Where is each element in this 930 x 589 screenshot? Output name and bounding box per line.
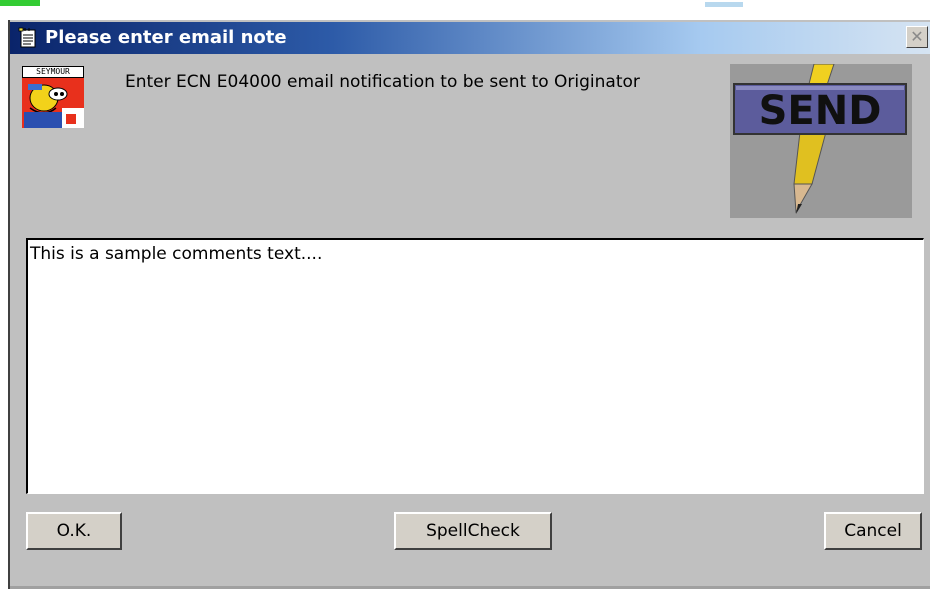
avatar-label: SEYMOUR bbox=[22, 66, 84, 78]
spellcheck-button[interactable]: SpellCheck bbox=[394, 512, 552, 550]
close-button[interactable]: ✕ bbox=[906, 26, 928, 48]
title-bar[interactable]: Please enter email note ✕ bbox=[10, 22, 930, 54]
background-highlight bbox=[0, 0, 40, 6]
comments-textarea[interactable]: This is a sample comments text.... bbox=[26, 238, 924, 494]
cartoon-character-icon bbox=[22, 78, 84, 128]
ok-button[interactable]: O.K. bbox=[26, 512, 122, 550]
notepad-icon bbox=[18, 27, 36, 48]
send-label: SEND bbox=[758, 88, 882, 134]
window-title: Please enter email note bbox=[45, 27, 287, 48]
avatar: SEYMOUR bbox=[22, 66, 84, 128]
close-icon: ✕ bbox=[910, 27, 924, 46]
instruction-text: Enter ECN E04000 email notification to b… bbox=[125, 72, 640, 92]
background-highlight bbox=[705, 2, 743, 7]
email-note-dialog: Please enter email note ✕ SEYMOUR Enter … bbox=[8, 20, 930, 589]
cancel-button[interactable]: Cancel bbox=[824, 512, 922, 550]
send-image: SEND bbox=[730, 64, 912, 218]
